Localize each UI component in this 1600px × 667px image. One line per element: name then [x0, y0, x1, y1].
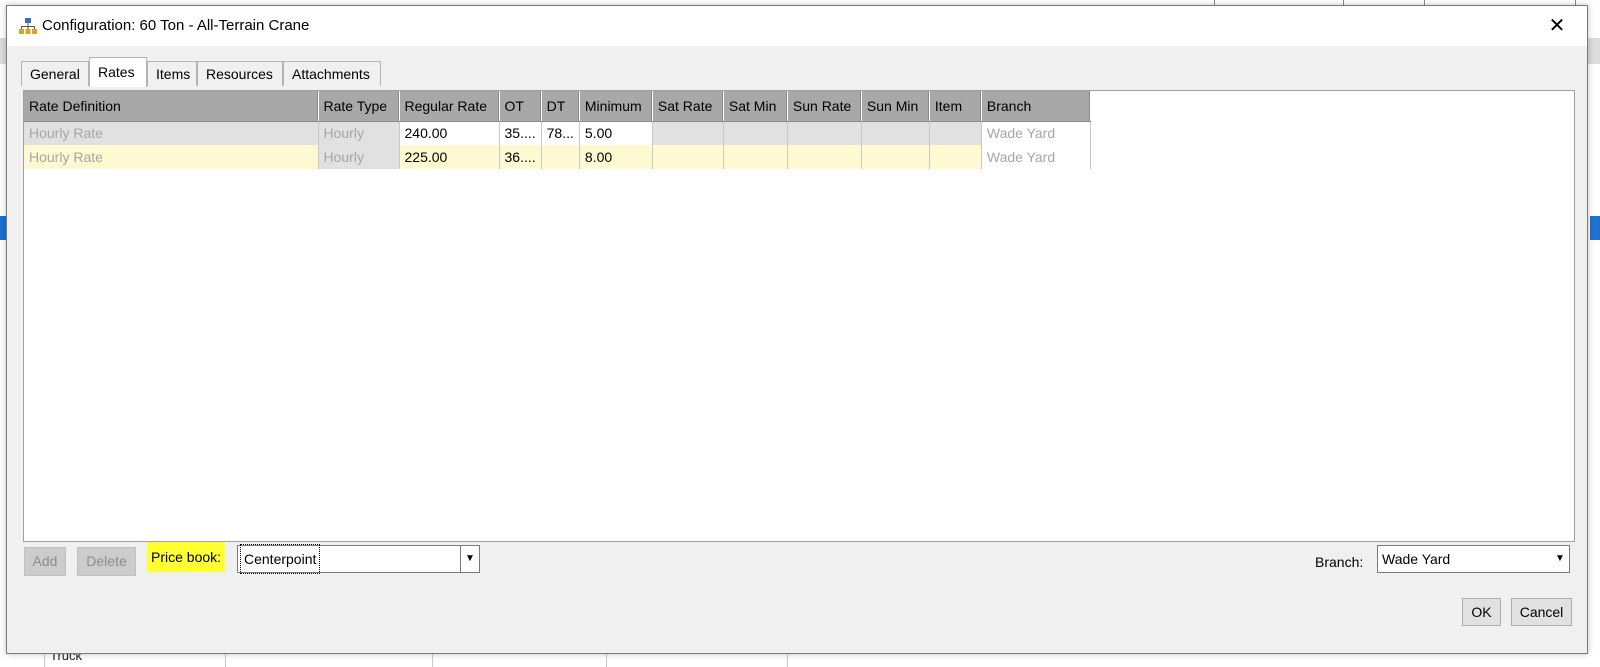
cell-item[interactable] — [929, 145, 982, 169]
column-header-sun-min[interactable]: Sun Min — [861, 91, 930, 122]
background-list — [0, 652, 1600, 667]
cell-rate-definition[interactable]: Hourly Rate — [24, 145, 319, 169]
close-icon: ✕ — [1548, 15, 1566, 37]
table-row[interactable]: Hourly Rate Hourly 240.00 35.... 78... 5… — [24, 121, 1091, 145]
tab-resources[interactable]: Resources — [197, 61, 283, 86]
background-column-divider — [44, 652, 45, 667]
delete-button[interactable]: Delete — [77, 547, 136, 576]
column-header-minimum[interactable]: Minimum — [579, 91, 653, 122]
cancel-button[interactable]: Cancel — [1511, 598, 1572, 626]
column-header-rate-type[interactable]: Rate Type — [318, 91, 400, 122]
table-row[interactable]: Hourly Rate Hourly 225.00 36.... 8.00 Wa… — [24, 145, 1091, 169]
cell-dt[interactable]: 78... — [541, 121, 580, 145]
cell-sun-rate[interactable] — [787, 145, 862, 169]
ok-button[interactable]: OK — [1462, 598, 1501, 626]
cell-sun-rate[interactable] — [787, 121, 862, 145]
cell-minimum[interactable]: 5.00 — [579, 121, 653, 145]
cell-rate-type[interactable]: Hourly — [318, 121, 400, 145]
branch-value: Wade Yard — [1382, 551, 1451, 567]
background-selection-bar — [1590, 216, 1600, 240]
price-book-label: Price book: — [147, 542, 226, 572]
branch-label: Branch: — [1315, 554, 1364, 570]
cell-sun-min[interactable] — [861, 121, 930, 145]
cell-item[interactable] — [929, 121, 982, 145]
cell-ot[interactable]: 36.... — [499, 145, 542, 169]
chevron-down-icon[interactable]: ▼ — [460, 546, 479, 572]
cell-sat-rate[interactable] — [652, 145, 724, 169]
cell-branch[interactable]: Wade Yard — [981, 145, 1091, 169]
cell-regular-rate[interactable]: 225.00 — [399, 145, 500, 169]
background-column-divider — [606, 652, 607, 667]
background-column-divider — [432, 652, 433, 667]
column-header-dt[interactable]: DT — [541, 91, 580, 122]
column-header-sat-min[interactable]: Sat Min — [723, 91, 788, 122]
branch-select[interactable]: Wade Yard ▼ — [1377, 545, 1570, 573]
cell-dt[interactable] — [541, 145, 580, 169]
column-header-branch[interactable]: Branch — [981, 91, 1091, 122]
column-header-sat-rate[interactable]: Sat Rate — [652, 91, 724, 122]
tab-general[interactable]: General — [21, 61, 89, 86]
background-column-divider — [225, 652, 226, 667]
cell-minimum[interactable]: 8.00 — [579, 145, 653, 169]
cell-rate-type[interactable]: Hourly — [318, 145, 400, 169]
column-header-regular-rate[interactable]: Regular Rate — [399, 91, 500, 122]
background-column-divider — [787, 652, 788, 667]
price-book-value: Centerpoint — [239, 544, 321, 574]
cell-sat-min[interactable] — [723, 145, 788, 169]
rates-grid: Rate Definition Rate Type Regular Rate O… — [24, 91, 1091, 169]
column-header-rate-definition[interactable]: Rate Definition — [24, 91, 319, 122]
cell-ot[interactable]: 35.... — [499, 121, 542, 145]
add-button[interactable]: Add — [24, 547, 66, 576]
cell-regular-rate[interactable]: 240.00 — [399, 121, 500, 145]
close-button[interactable]: ✕ — [1545, 14, 1569, 38]
cell-branch[interactable]: Wade Yard — [981, 121, 1091, 145]
cell-sat-rate[interactable] — [652, 121, 724, 145]
grid-header-row: Rate Definition Rate Type Regular Rate O… — [24, 91, 1091, 122]
title-bar[interactable]: Configuration: 60 Ton - All-Terrain Cran… — [7, 6, 1587, 46]
price-book-select[interactable]: Centerpoint ▼ — [237, 544, 480, 574]
tab-rates[interactable]: Rates — [89, 57, 147, 87]
dialog-title: Configuration: 60 Ton - All-Terrain Cran… — [42, 17, 310, 34]
column-header-sun-rate[interactable]: Sun Rate — [787, 91, 862, 122]
column-header-ot[interactable]: OT — [499, 91, 542, 122]
configuration-dialog: Configuration: 60 Ton - All-Terrain Cran… — [6, 5, 1588, 654]
rates-grid-panel[interactable]: Rate Definition Rate Type Regular Rate O… — [23, 90, 1575, 542]
cell-rate-definition[interactable]: Hourly Rate — [24, 121, 319, 145]
cell-sat-min[interactable] — [723, 121, 788, 145]
column-header-item[interactable]: Item — [929, 91, 982, 122]
hierarchy-icon — [19, 18, 37, 34]
cell-sun-min[interactable] — [861, 145, 930, 169]
chevron-down-icon[interactable]: ▼ — [1551, 546, 1569, 572]
tab-items[interactable]: Items — [147, 61, 197, 86]
tab-attachments[interactable]: Attachments — [283, 61, 381, 86]
